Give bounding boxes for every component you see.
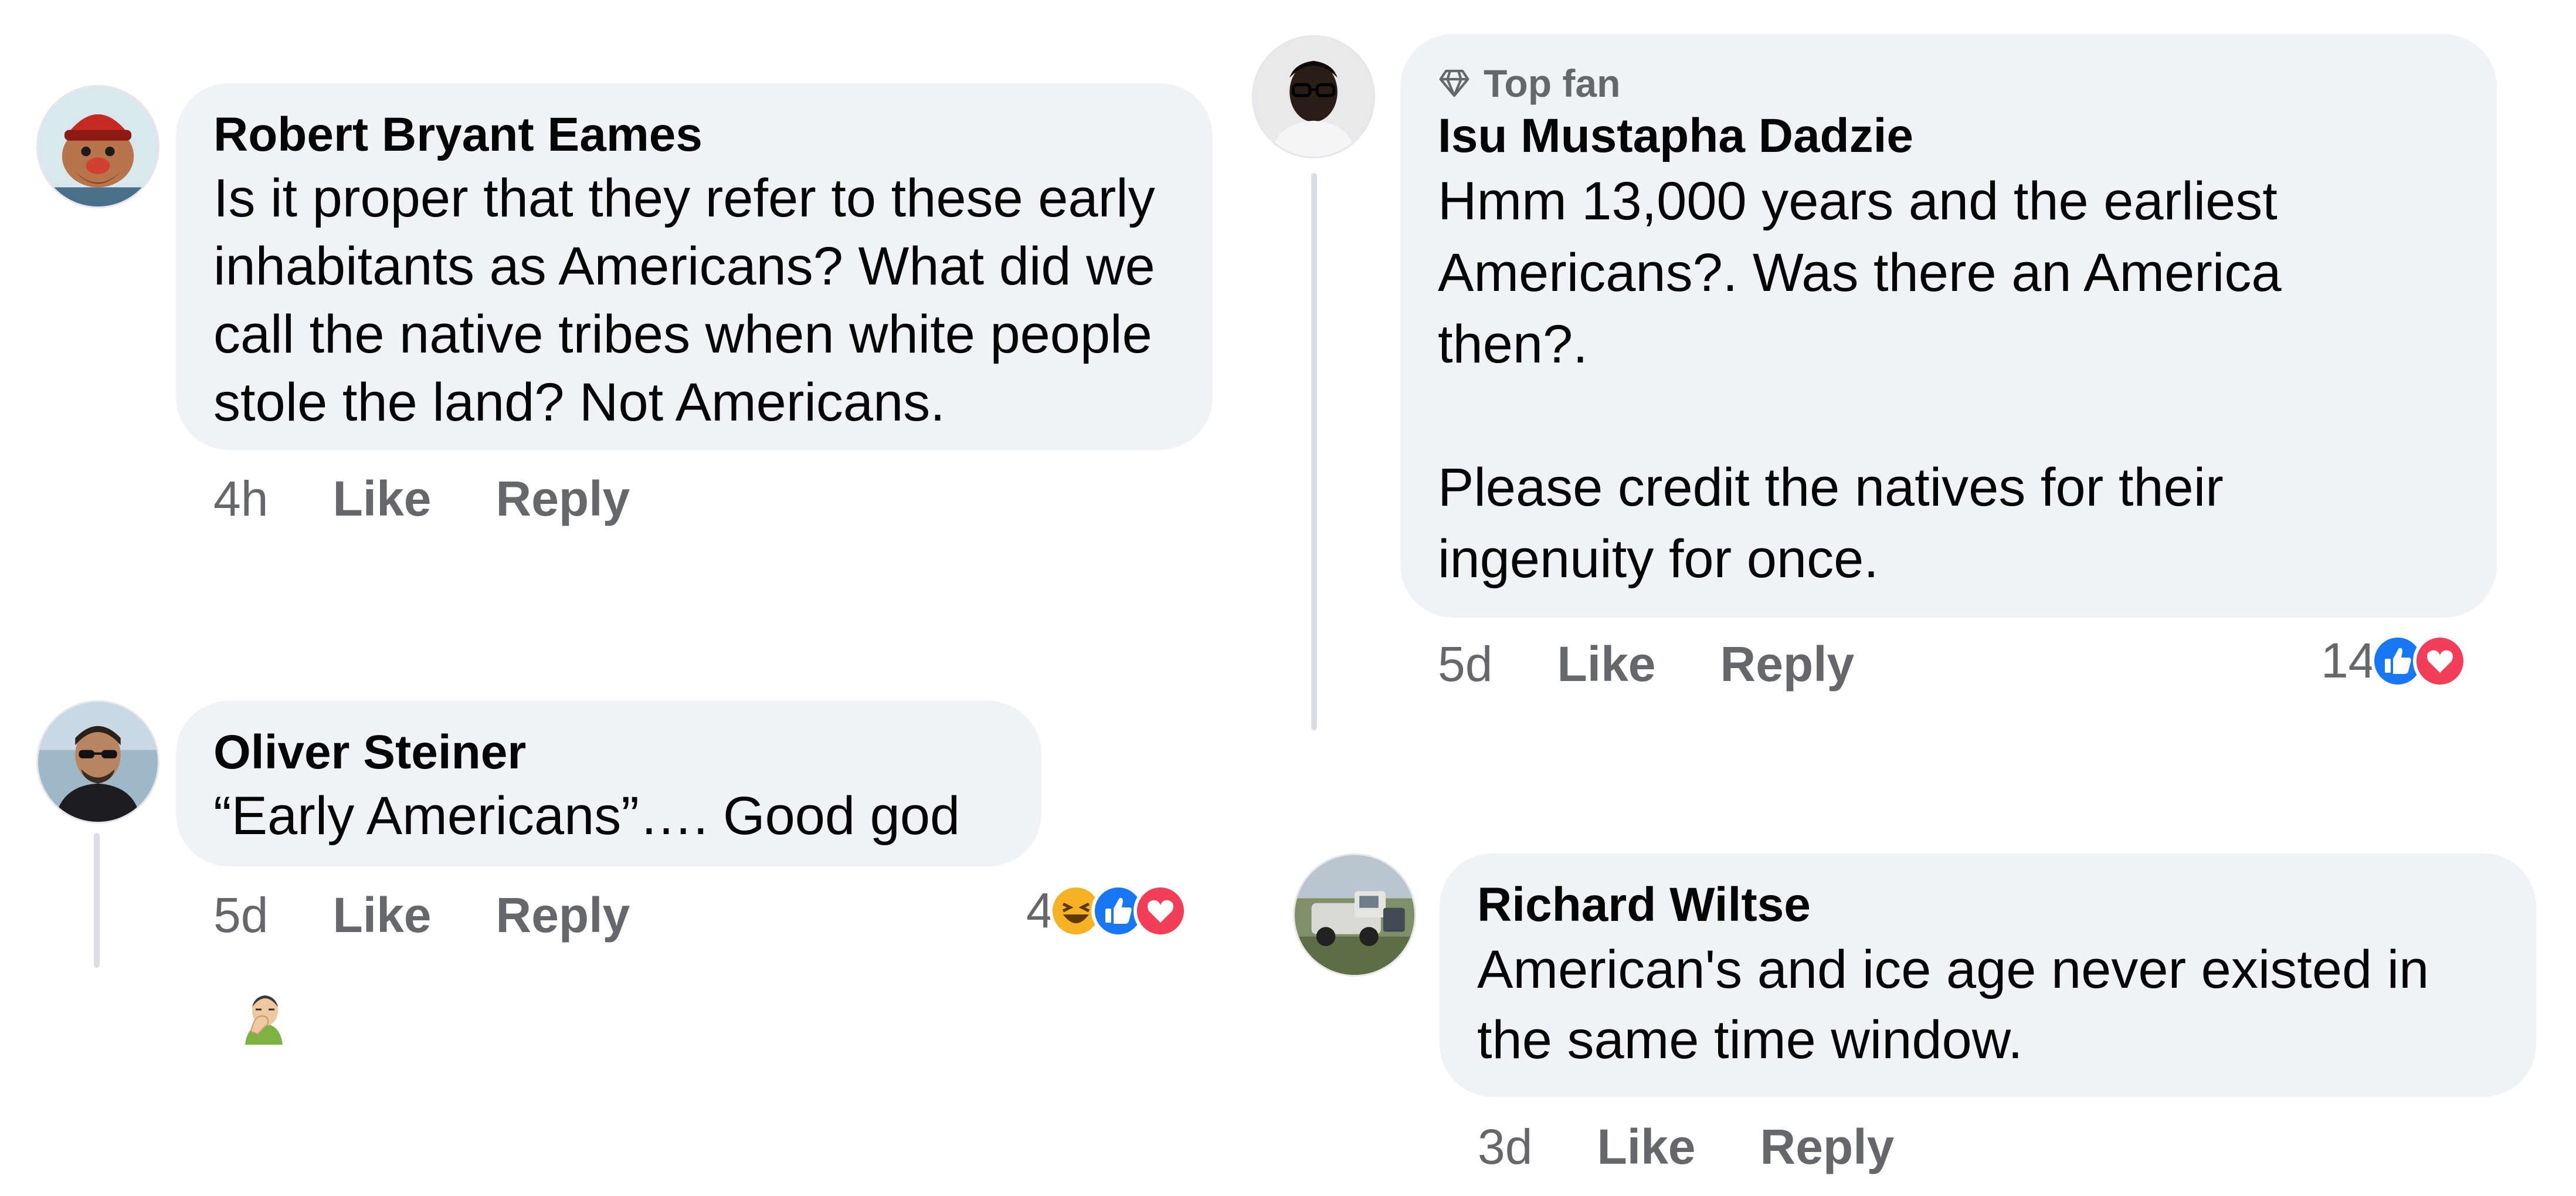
love-reaction-icon <box>2413 633 2468 688</box>
comment-author[interactable]: Isu Mustapha Dadzie <box>1438 107 2459 165</box>
comment-timestamp[interactable]: 3d <box>1478 1117 1532 1176</box>
comment-actions: 5d Like Reply <box>1438 635 1919 693</box>
reaction-count: 14 <box>2321 633 2376 688</box>
reply-thread-line <box>1311 173 1317 730</box>
love-reaction-icon <box>1133 883 1187 938</box>
comment-timestamp[interactable]: 5d <box>213 886 268 944</box>
comment-bubble: Richard Wiltse American's and ice age ne… <box>1440 853 2536 1097</box>
comment-actions: 3d Like Reply <box>1478 1117 1959 1176</box>
like-button[interactable]: Like <box>1597 1117 1695 1176</box>
reaction-summary[interactable]: 14 <box>2321 632 2468 689</box>
reply-button[interactable]: Reply <box>1720 635 1855 693</box>
like-button[interactable]: Like <box>332 886 431 944</box>
top-fan-label: Top fan <box>1484 62 1621 105</box>
reply-button[interactable]: Reply <box>496 469 630 528</box>
comment-bubble: Oliver Steiner “Early Americans”…. Good … <box>176 701 1041 1045</box>
cartoon-character-avatar-icon <box>38 87 158 206</box>
like-button[interactable]: Like <box>1557 635 1655 693</box>
like-button[interactable]: Like <box>332 469 431 528</box>
man-with-glasses-avatar-icon <box>1254 37 1373 157</box>
comment-author[interactable]: Oliver Steiner <box>213 723 1004 782</box>
comment-bubble: Robert Bryant Eames Is it proper that th… <box>176 83 1213 450</box>
avatar[interactable] <box>1293 853 1416 977</box>
comment-author[interactable]: Richard Wiltse <box>1477 876 2499 934</box>
comment-actions: 5d Like Reply <box>213 886 694 944</box>
comment-bubble: Top fan Isu Mustapha Dadzie Hmm 13,000 y… <box>1400 34 2497 618</box>
comment-author[interactable]: Robert Bryant Eames <box>213 106 1175 164</box>
comments-panel: Robert Bryant Eames Is it proper that th… <box>0 0 2576 1196</box>
comment-text: Is it proper that they refer to these ea… <box>213 168 1155 432</box>
comment-text: Hmm 13,000 years and the earliest Americ… <box>1438 171 2282 589</box>
top-fan-badge[interactable]: Top fan <box>1438 60 2459 107</box>
avatar[interactable] <box>1252 35 1375 158</box>
vintage-truck-avatar-icon <box>1295 855 1414 975</box>
diamond-icon <box>1439 69 1469 97</box>
man-with-sunglasses-avatar-icon <box>38 702 158 822</box>
reply-thread-line <box>94 833 100 968</box>
comment-text-content: “Early Americans”…. Good god <box>213 786 961 846</box>
comment-timestamp[interactable]: 5d <box>1438 635 1492 693</box>
reaction-summary[interactable]: 4 <box>1026 882 1187 939</box>
avatar[interactable] <box>36 85 159 208</box>
reply-button[interactable]: Reply <box>1760 1117 1895 1176</box>
comment-text: “Early Americans”…. Good god <box>213 782 1004 1118</box>
comment-text: American's and ice age never existed in … <box>1477 940 2429 1070</box>
avatar[interactable] <box>36 700 159 824</box>
comment-actions: 4h Like Reply <box>213 469 694 528</box>
reply-button[interactable]: Reply <box>496 886 630 944</box>
comment-timestamp[interactable]: 4h <box>213 469 268 528</box>
